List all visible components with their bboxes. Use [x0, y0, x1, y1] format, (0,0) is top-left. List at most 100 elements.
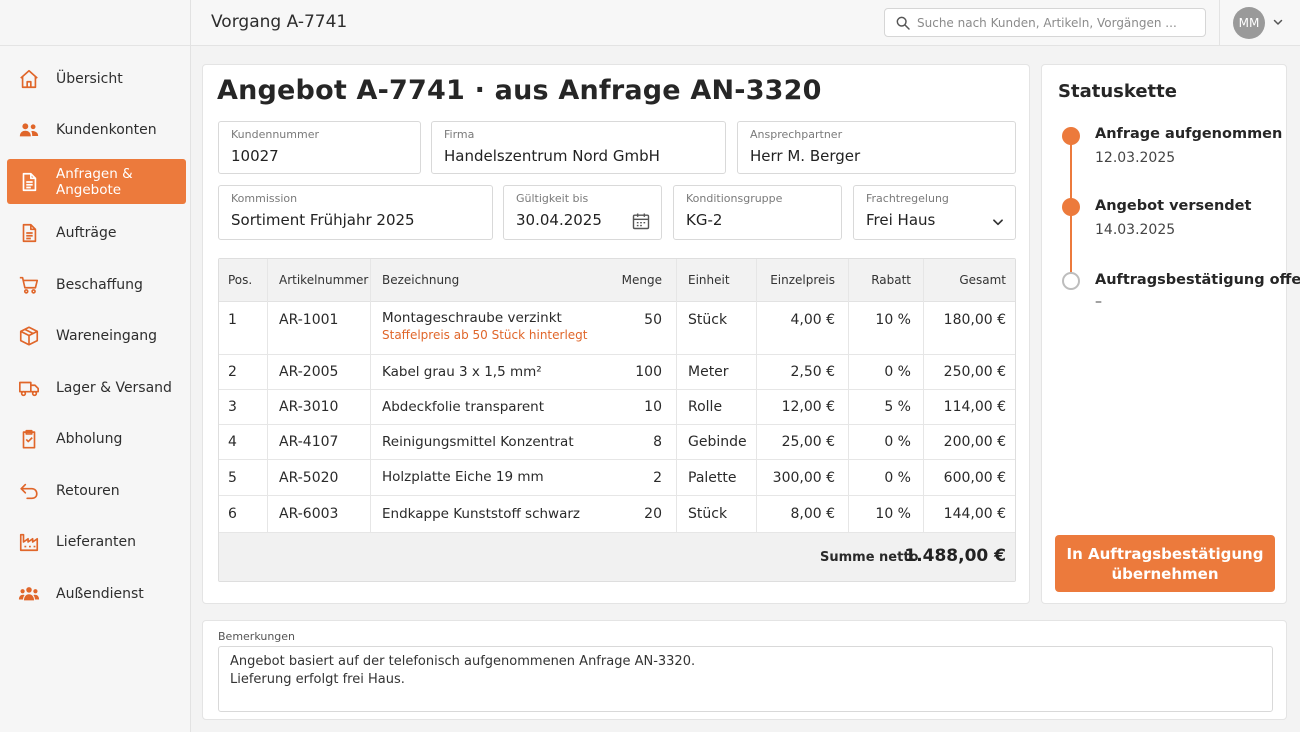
chevron-down-icon[interactable]	[1272, 16, 1284, 28]
users-icon	[18, 119, 40, 141]
cell-einheit: Palette	[688, 470, 737, 486]
cell-pos: 6	[228, 506, 237, 522]
notes-line: Lieferung erfolgt frei Haus.	[230, 672, 405, 687]
cell-bezeichnung: Montageschraube verzinkt	[382, 310, 562, 326]
cell-pos: 3	[228, 399, 237, 415]
clipboard-icon	[18, 428, 40, 450]
cell-bezeichnung: Abdeckfolie transparent	[382, 399, 544, 415]
column-header-menge: Menge	[621, 273, 662, 287]
topbar-divider	[1219, 0, 1220, 46]
firma-field[interactable]: Firma Handelszentrum Nord GmbH	[431, 121, 726, 174]
cell-gesamt: 144,00 €	[943, 506, 1006, 522]
status-title: Statuskette	[1058, 81, 1177, 102]
avatar[interactable]: MM	[1233, 7, 1265, 39]
sidebar-item-label: Aufträge	[56, 225, 117, 241]
topbar: Vorgang A-7741 MM	[191, 0, 1300, 46]
notes-textarea[interactable]: Angebot basiert auf der telefonisch aufg…	[218, 646, 1273, 712]
cell-rabatt: 0 %	[884, 434, 911, 450]
cell-menge: 8	[653, 434, 662, 450]
sidebar-nav: Übersicht Kundenkonten Anfragen & Angebo…	[0, 46, 190, 616]
sidebar-item-label: Übersicht	[56, 70, 123, 87]
offer-card: Angebot A-7741 · aus Anfrage AN-3320 Kun…	[202, 64, 1030, 604]
calendar-icon[interactable]	[631, 211, 651, 231]
cell-gesamt: 114,00 €	[943, 399, 1006, 415]
field-value: Herr M. Berger	[750, 147, 861, 165]
status-dot-open	[1062, 272, 1080, 290]
sidebar-item-abholung[interactable]: Abholung	[7, 417, 186, 462]
status-dot-done	[1062, 198, 1080, 216]
search-input[interactable]	[917, 15, 1197, 30]
cell-artikelnummer: AR-5020	[279, 470, 339, 486]
sidebar-item-label: Kundenkonten	[56, 122, 157, 138]
cell-einheit: Rolle	[688, 399, 723, 415]
sidebar-item-anfragen-angebote[interactable]: Anfragen & Angebote	[7, 159, 186, 204]
column-header-bezeichnung: Bezeichnung	[382, 273, 460, 287]
return-icon	[18, 480, 40, 502]
kommission-field[interactable]: Kommission Sortiment Frühjahr 2025	[218, 185, 493, 240]
table-row[interactable]: 5 AR-5020 Holzplatte Eiche 19 mm 2 Palet…	[219, 460, 1015, 496]
cell-pos: 2	[228, 364, 237, 380]
field-label: Firma	[444, 128, 475, 141]
ansprechpartner-field[interactable]: Ansprechpartner Herr M. Berger	[737, 121, 1016, 174]
status-step-title: Auftragsbestätigung offen	[1095, 272, 1300, 288]
column-header-artikelnummer: Artikelnummer	[279, 273, 369, 287]
sidebar-item-label: Beschaffung	[56, 276, 143, 293]
column-header-gesamt: Gesamt	[959, 273, 1006, 287]
table-row[interactable]: 4 AR-4107 Reinigungsmittel Konzentrat 8 …	[219, 425, 1015, 460]
status-step-date: 14.03.2025	[1095, 222, 1176, 238]
status-dot-done	[1062, 127, 1080, 145]
table-row[interactable]: 2 AR-2005 Kabel grau 3 x 1,5 mm² 100 Met…	[219, 355, 1015, 390]
sidebar-item-auftraege[interactable]: Aufträge	[7, 211, 186, 256]
cell-einzelpreis: 2,50 €	[790, 364, 835, 380]
cell-einzelpreis: 300,00 €	[772, 470, 835, 486]
sidebar-item-beschaffung[interactable]: Beschaffung	[7, 262, 186, 307]
sidebar-item-kundenkonten[interactable]: Kundenkonten	[7, 108, 186, 153]
cell-menge: 2	[653, 470, 662, 486]
gueltigkeit-date-field[interactable]: Gültigkeit bis 30.04.2025	[503, 185, 662, 240]
sidebar-item-lieferanten[interactable]: Lieferanten	[7, 520, 186, 565]
sidebar-item-retouren[interactable]: Retouren	[7, 468, 186, 513]
status-step-date: 12.03.2025	[1095, 150, 1176, 166]
field-value: KG-2	[686, 211, 723, 229]
field-label: Kommission	[231, 192, 298, 205]
sidebar-item-label: Anfragen & Angebote	[56, 165, 133, 198]
cell-menge: 20	[644, 506, 662, 522]
cell-rabatt: 0 %	[884, 364, 911, 380]
sidebar-item-label: Außendienst	[56, 585, 144, 602]
table-row[interactable]: 1 AR-1001 Montageschraube verzinkt Staff…	[219, 302, 1015, 355]
field-value: Sortiment Frühjahr 2025	[231, 211, 415, 229]
cell-gesamt: 600,00 €	[943, 470, 1006, 486]
box-icon	[18, 325, 40, 347]
cell-pos: 1	[228, 312, 237, 328]
sidebar-item-label: Wareneingang	[56, 328, 158, 344]
chevron-down-icon[interactable]	[991, 215, 1005, 229]
cell-menge: 100	[635, 364, 662, 380]
konditionsgruppe-field[interactable]: Konditionsgruppe KG-2	[673, 185, 842, 240]
field-value: 30.04.2025	[516, 211, 602, 229]
cell-artikelnummer: AR-3010	[279, 399, 339, 415]
cell-pos: 5	[228, 470, 237, 486]
topbar-title: Vorgang A-7741	[211, 12, 348, 32]
home-icon	[18, 68, 40, 90]
page-title: Angebot A-7741 · aus Anfrage AN-3320	[217, 75, 822, 106]
search-icon	[896, 16, 910, 30]
cell-menge: 10	[644, 399, 662, 415]
status-step-date: –	[1095, 294, 1102, 310]
cell-einzelpreis: 4,00 €	[790, 312, 835, 328]
cell-rabatt: 5 %	[884, 399, 911, 415]
frachtregelung-select[interactable]: Frachtregelung Frei Haus	[853, 185, 1016, 240]
kundennummer-field[interactable]: Kundennummer 10027	[218, 121, 421, 174]
sidebar-item-label: Lager & Versand	[56, 379, 172, 396]
sidebar-item-wareneingang[interactable]: Wareneingang	[7, 314, 186, 359]
table-row[interactable]: 3 AR-3010 Abdeckfolie transparent 10 Rol…	[219, 390, 1015, 425]
sidebar-item-lager-versand[interactable]: Lager & Versand	[7, 365, 186, 410]
cell-einzelpreis: 8,00 €	[790, 506, 835, 522]
convert-to-order-button[interactable]: In Auftragsbestätigung übernehmen	[1055, 535, 1275, 592]
search-box[interactable]	[884, 8, 1206, 37]
positions-table: Pos. Artikelnummer Bezeichnung Menge Ein…	[218, 258, 1016, 582]
table-row[interactable]: 6 AR-6003 Endkappe Kunststoff schwarz 20…	[219, 496, 1015, 533]
status-step-title: Anfrage aufgenommen	[1095, 126, 1283, 142]
cell-rabatt: 0 %	[884, 470, 911, 486]
sidebar-item-uebersicht[interactable]: Übersicht	[7, 56, 186, 101]
sidebar-item-aussendienst[interactable]: Außendienst	[7, 571, 186, 616]
